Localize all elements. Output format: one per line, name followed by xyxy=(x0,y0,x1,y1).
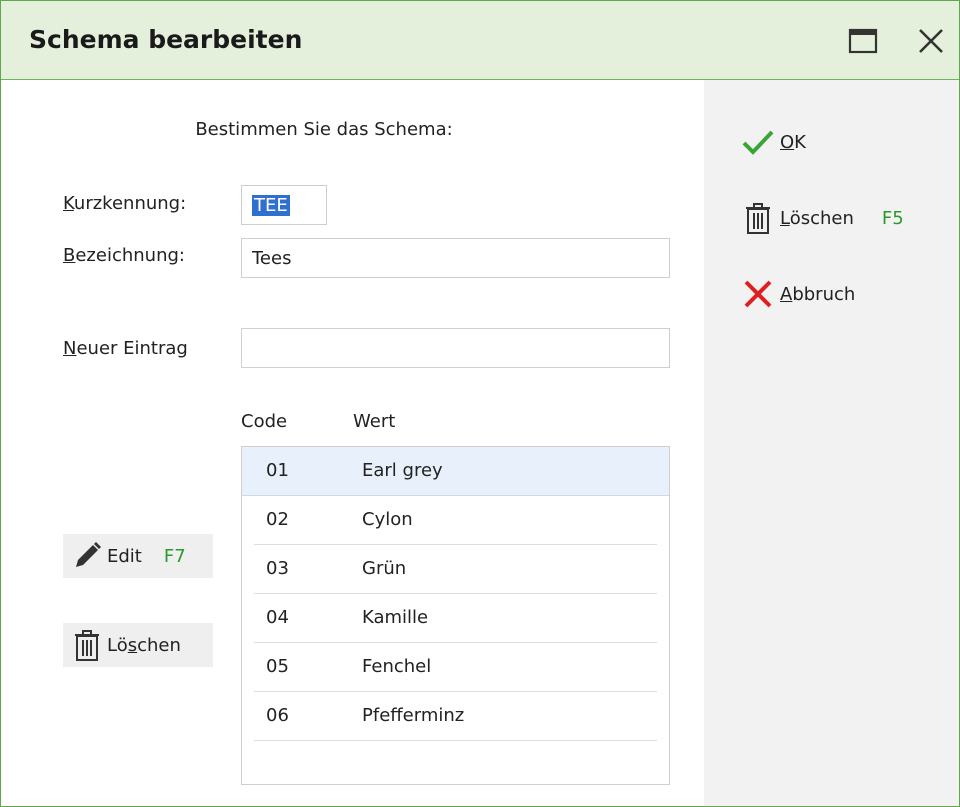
row-value: Pfefferminz xyxy=(362,705,465,726)
cancel-label: Abbruch xyxy=(780,283,856,305)
column-header-wert[interactable]: Wert xyxy=(353,411,395,432)
pencil-icon xyxy=(67,536,107,576)
bezeichnung-value: Tees xyxy=(252,247,292,269)
list-item[interactable]: 05 Fenchel xyxy=(254,643,657,692)
list-item[interactable]: 06 Pfefferminz xyxy=(254,692,657,741)
kurzkennung-value: TEE xyxy=(252,194,290,216)
row-code: 06 xyxy=(266,705,289,726)
delete-schema-button[interactable]: Löschen F5 xyxy=(740,200,904,236)
row-value: Fenchel xyxy=(362,656,432,677)
ok-button[interactable]: OK xyxy=(740,124,806,160)
row-code: 01 xyxy=(266,460,289,481)
bezeichnung-label: Bezeichnung: xyxy=(63,245,185,266)
edit-label: Edit xyxy=(107,545,142,567)
dialog-window: Schema bearbeiten Bestimmen Sie das Sche… xyxy=(0,0,960,807)
row-value: Grün xyxy=(362,558,407,579)
trash-icon xyxy=(67,625,107,665)
trash-icon xyxy=(740,200,776,236)
form-heading: Bestimmen Sie das Schema: xyxy=(195,119,453,140)
title-bar: Schema bearbeiten xyxy=(1,1,959,80)
row-code: 03 xyxy=(266,558,289,579)
row-code: 04 xyxy=(266,607,289,628)
x-icon xyxy=(740,276,776,312)
row-value: Kamille xyxy=(362,607,429,628)
schema-list[interactable]: 01 Earl grey 02 Cylon 03 Grün 04 Kamille… xyxy=(241,446,670,785)
action-panel: OK Löschen F5 Abbruch xyxy=(704,80,959,806)
list-item[interactable]: 03 Grün xyxy=(254,545,657,594)
cancel-button[interactable]: Abbruch xyxy=(740,276,855,312)
neuer-eintrag-field[interactable] xyxy=(241,328,670,368)
list-item[interactable]: 04 Kamille xyxy=(254,594,657,643)
row-code: 05 xyxy=(266,656,289,677)
delete-entry-label: Löschen xyxy=(107,634,181,656)
kurzkennung-field[interactable]: TEE xyxy=(241,185,327,225)
row-value: Earl grey xyxy=(362,460,443,481)
list-item[interactable]: 02 Cylon xyxy=(254,496,657,545)
row-code: 02 xyxy=(266,509,289,530)
window-title: Schema bearbeiten xyxy=(29,25,303,54)
edit-shortcut: F7 xyxy=(163,545,186,567)
close-icon xyxy=(919,29,943,53)
bezeichnung-field[interactable]: Tees xyxy=(241,238,670,278)
close-button[interactable] xyxy=(911,21,951,61)
delete-schema-shortcut: F5 xyxy=(881,207,904,229)
edit-button[interactable]: Edit F7 xyxy=(63,534,213,578)
delete-entry-button[interactable]: Löschen xyxy=(63,623,213,667)
row-value: Cylon xyxy=(362,509,413,530)
kurzkennung-label: Kurzkennung: xyxy=(63,193,187,214)
list-item[interactable]: 01 Earl grey xyxy=(242,447,669,496)
ok-label: OK xyxy=(780,131,806,153)
checkmark-icon xyxy=(740,124,776,160)
maximize-icon xyxy=(848,28,878,54)
maximize-button[interactable] xyxy=(843,21,883,61)
delete-schema-label: Löschen xyxy=(780,207,854,229)
neuer-eintrag-label: Neuer Eintrag xyxy=(63,338,188,359)
column-header-code[interactable]: Code xyxy=(241,411,287,432)
